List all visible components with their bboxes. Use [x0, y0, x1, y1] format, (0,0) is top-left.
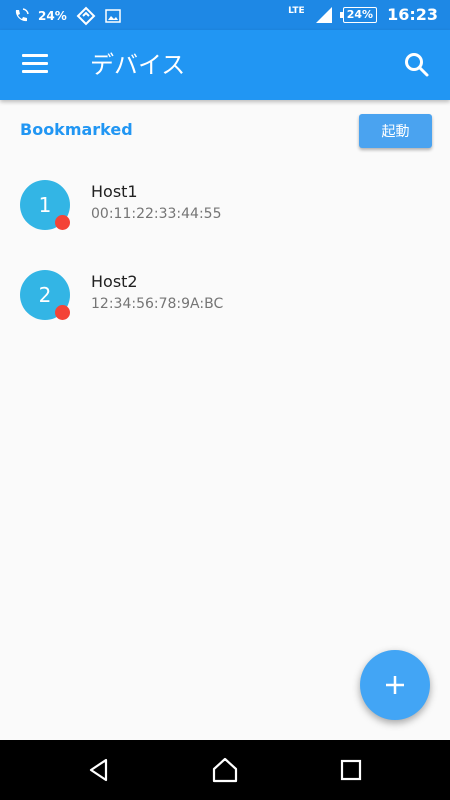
device-name: Host1 — [91, 182, 138, 201]
recents-icon[interactable] — [336, 755, 366, 785]
status-bar-right: LTE 24% 16:23 — [288, 5, 438, 24]
menu-icon[interactable] — [22, 54, 48, 76]
device-mac-address: 00:11:22:33:44:55 — [91, 206, 222, 222]
plus-icon — [386, 676, 404, 694]
home-icon[interactable] — [210, 755, 240, 785]
wifi-call-icon — [15, 8, 29, 22]
network-type: LTE — [288, 5, 305, 16]
device-name: Host2 — [91, 272, 138, 291]
signal-icon — [315, 6, 332, 23]
status-bar: 24% LTE 24% 16:23 — [0, 0, 450, 30]
device-list: 1 Host1 00:11:22:33:44:55 2 Host2 12:34:… — [0, 160, 450, 340]
start-button[interactable]: 起動 — [359, 114, 432, 148]
back-icon[interactable] — [84, 755, 114, 785]
app-bar: デバイス — [0, 30, 450, 100]
section-title: Bookmarked — [20, 120, 133, 139]
list-item[interactable]: 2 Host2 12:34:56:78:9A:BC — [0, 250, 450, 340]
page-title: デバイス — [90, 51, 186, 79]
system-nav-bar — [0, 740, 450, 800]
status-bar-left: 24% — [12, 6, 121, 26]
clock: 16:23 — [387, 5, 438, 24]
sync-icon — [76, 6, 96, 26]
status-indicator — [55, 215, 70, 230]
device-mac-address: 12:34:56:78:9A:BC — [91, 296, 224, 312]
add-device-button[interactable] — [360, 650, 430, 720]
list-item[interactable]: 1 Host1 00:11:22:33:44:55 — [0, 160, 450, 250]
status-indicator — [55, 305, 70, 320]
search-icon[interactable] — [402, 50, 432, 80]
status-percent: 24% — [38, 9, 67, 23]
battery-icon: 24% — [339, 6, 378, 23]
image-icon — [104, 9, 121, 23]
